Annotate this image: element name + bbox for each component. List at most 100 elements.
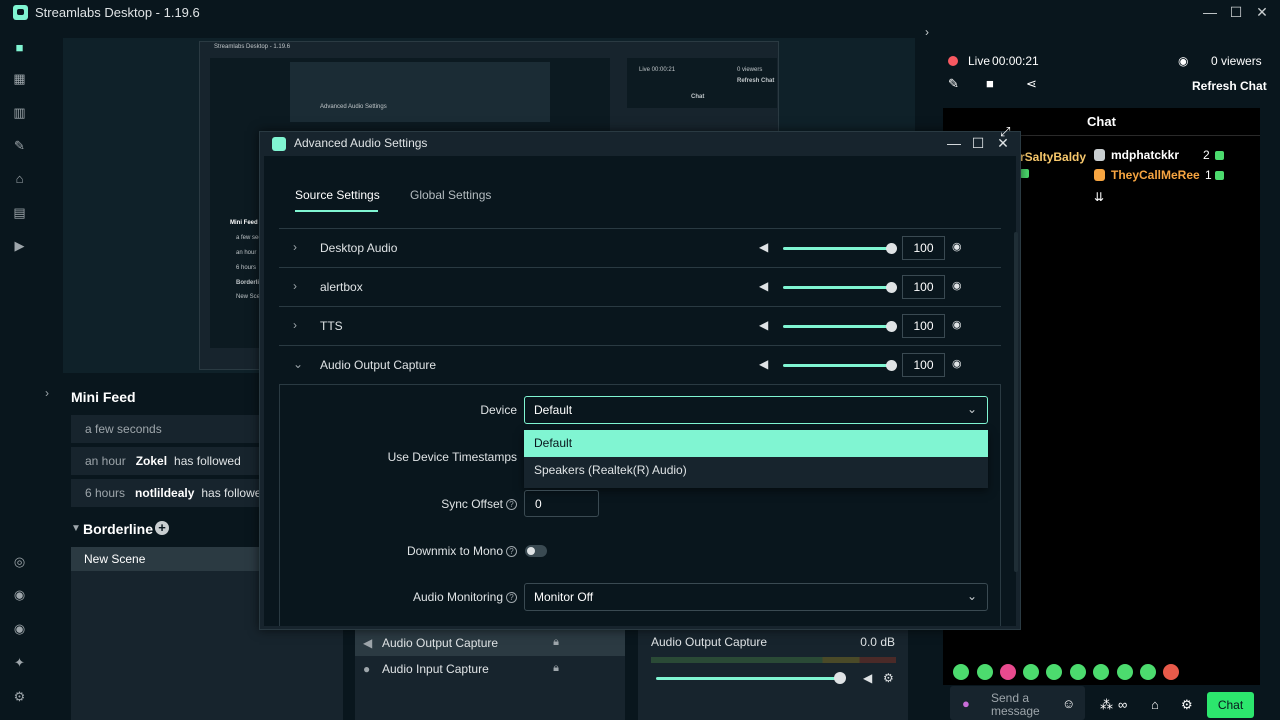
collapse-right-icon[interactable]: › — [925, 25, 929, 39]
record-icon[interactable]: ■ — [986, 76, 994, 91]
tab-source-settings[interactable]: Source Settings — [295, 188, 380, 202]
lock-icon[interactable]: 🔒︎ — [553, 636, 559, 649]
lock-icon[interactable]: 🔒︎ — [553, 662, 559, 675]
mixer-volume-slider[interactable] — [656, 677, 841, 680]
emote-icon[interactable] — [1140, 664, 1156, 680]
help-icon[interactable]: ? — [506, 499, 517, 511]
studio-icon[interactable]: ■ — [11, 39, 28, 56]
chevron-right-icon[interactable]: › — [293, 240, 297, 254]
source-item[interactable]: ● Audio Input Capture 🔒︎ — [355, 656, 625, 682]
source-row[interactable]: ⌄ Audio Output Capture ◀ 100 ◉ — [279, 345, 1001, 384]
device-select[interactable]: Default ⌄ — [524, 396, 988, 424]
share-icon[interactable]: ⋖ — [1026, 76, 1037, 92]
mic-icon[interactable]: ● — [962, 696, 970, 711]
highlighter-icon[interactable]: ✦ — [11, 654, 28, 671]
play-icon[interactable]: ▶ — [11, 237, 28, 254]
speaker-icon[interactable]: ◀ — [863, 671, 872, 685]
feed-name: notlildealy — [135, 486, 195, 500]
volume-slider[interactable] — [783, 325, 891, 328]
downmix-toggle[interactable] — [525, 545, 547, 557]
chat-settings-icon[interactable]: ⚙ — [1181, 697, 1193, 713]
chat-send-button[interactable]: Chat — [1207, 692, 1254, 718]
source-row[interactable]: › alertbox ◀ 100 ◉ — [279, 267, 1001, 306]
dialog-title: Advanced Audio Settings — [294, 136, 428, 150]
device-option[interactable]: Default — [524, 430, 988, 457]
source-row[interactable]: › Desktop Audio ◀ 100 ◉ — [279, 228, 1001, 267]
emote-icon[interactable] — [953, 664, 969, 680]
chevron-right-icon[interactable]: › — [293, 318, 297, 332]
dialog-scrollbar[interactable] — [1014, 232, 1018, 572]
emote-icon[interactable] — [1163, 664, 1179, 680]
store-icon[interactable]: ⌂ — [11, 170, 28, 187]
emote-icon[interactable] — [1093, 664, 1109, 680]
volume-slider-handle[interactable] — [886, 243, 897, 254]
volume-input[interactable]: 100 — [902, 353, 945, 377]
collapse-caret-icon[interactable]: ▼ — [71, 523, 81, 534]
emote-icon[interactable] — [1070, 664, 1086, 680]
emoji-icon[interactable]: ☺ — [1062, 696, 1075, 711]
volume-slider-handle[interactable] — [886, 321, 897, 332]
integrations-icon[interactable]: ◉ — [11, 586, 28, 603]
dashboard-icon[interactable]: ▦ — [11, 70, 28, 87]
chevron-down-icon[interactable]: ⌄ — [293, 357, 303, 371]
live-indicator-icon — [948, 56, 958, 66]
sync-offset-input[interactable]: 0 — [524, 490, 599, 517]
chevron-right-icon[interactable]: › — [293, 279, 297, 293]
add-scene-icon[interactable]: + — [155, 521, 169, 535]
scene-collection-title[interactable]: Borderline — [83, 521, 153, 537]
edit-icon[interactable]: ✎ — [948, 76, 959, 92]
source-row[interactable]: › TTS ◀ 100 ◉ — [279, 306, 1001, 345]
volume-input[interactable]: 100 — [902, 275, 945, 299]
bits-icon[interactable]: ⁂ — [1100, 697, 1113, 713]
speaker-icon[interactable]: ◀ — [759, 357, 768, 371]
maximize-button[interactable]: ☐ — [1226, 3, 1246, 21]
emote-icon[interactable] — [1117, 664, 1133, 680]
chat-username[interactable]: rSaltyBaldy — [1020, 150, 1086, 164]
emote-icon[interactable] — [977, 664, 993, 680]
volume-slider[interactable] — [783, 247, 891, 250]
volume-slider[interactable] — [783, 286, 891, 289]
eye-icon[interactable]: ◉ — [952, 357, 962, 370]
expand-left-icon[interactable]: › — [45, 386, 49, 400]
monitoring-select[interactable]: Monitor Off ⌄ — [524, 583, 988, 611]
dialog-minimize-button[interactable]: — — [944, 134, 964, 152]
volume-slider[interactable] — [783, 364, 891, 367]
infinity-icon[interactable]: ∞ — [1118, 697, 1127, 712]
eye-icon[interactable]: ◉ — [952, 279, 962, 292]
volume-input[interactable]: 100 — [902, 236, 945, 260]
eye-icon[interactable]: ◉ — [952, 240, 962, 253]
layout-icon[interactable]: ▥ — [11, 104, 28, 121]
speaker-icon[interactable]: ◀ — [759, 240, 768, 254]
store-icon[interactable]: ⌂ — [1151, 697, 1159, 712]
learn-icon[interactable]: ◎ — [11, 553, 28, 570]
help-icon[interactable]: ? — [506, 592, 517, 604]
emote-icon[interactable] — [1023, 664, 1039, 680]
mixer-slider-handle[interactable] — [834, 672, 846, 684]
emote-icon[interactable] — [1046, 664, 1062, 680]
emote-icon[interactable] — [1000, 664, 1016, 680]
settings-icon[interactable]: ⚙ — [11, 688, 28, 705]
volume-input[interactable]: 100 — [902, 314, 945, 338]
help-icon[interactable]: ? — [506, 546, 517, 558]
popout-icon[interactable]: ⤢ — [1000, 124, 1010, 140]
tab-global-settings[interactable]: Global Settings — [410, 188, 491, 202]
themes-icon[interactable]: ✎ — [11, 137, 28, 154]
media-icon[interactable]: ▤ — [11, 204, 28, 221]
dialog-maximize-button[interactable]: ☐ — [968, 134, 988, 152]
source-item[interactable]: ◀ Audio Output Capture 🔒︎ — [355, 630, 625, 656]
alerts-icon[interactable]: ◉ — [11, 620, 28, 637]
gear-icon[interactable]: ⚙ — [883, 671, 894, 685]
send-message-input[interactable]: ● Send a message ☺ — [950, 686, 1085, 720]
volume-slider-handle[interactable] — [886, 360, 897, 371]
speaker-icon[interactable]: ◀ — [759, 279, 768, 293]
refresh-chat-button[interactable]: Refresh Chat — [1192, 79, 1267, 93]
chat-username[interactable]: TheyCallMeRee — [1111, 168, 1200, 182]
scroll-down-icon[interactable]: ⇊ — [1094, 190, 1104, 204]
eye-icon[interactable]: ◉ — [952, 318, 962, 331]
volume-slider-handle[interactable] — [886, 282, 897, 293]
speaker-icon[interactable]: ◀ — [759, 318, 768, 332]
minimize-button[interactable]: — — [1200, 3, 1220, 21]
close-button[interactable]: ✕ — [1252, 3, 1272, 21]
device-option[interactable]: Speakers (Realtek(R) Audio) — [524, 457, 988, 484]
chat-username[interactable]: mdphatckkr — [1111, 148, 1179, 162]
